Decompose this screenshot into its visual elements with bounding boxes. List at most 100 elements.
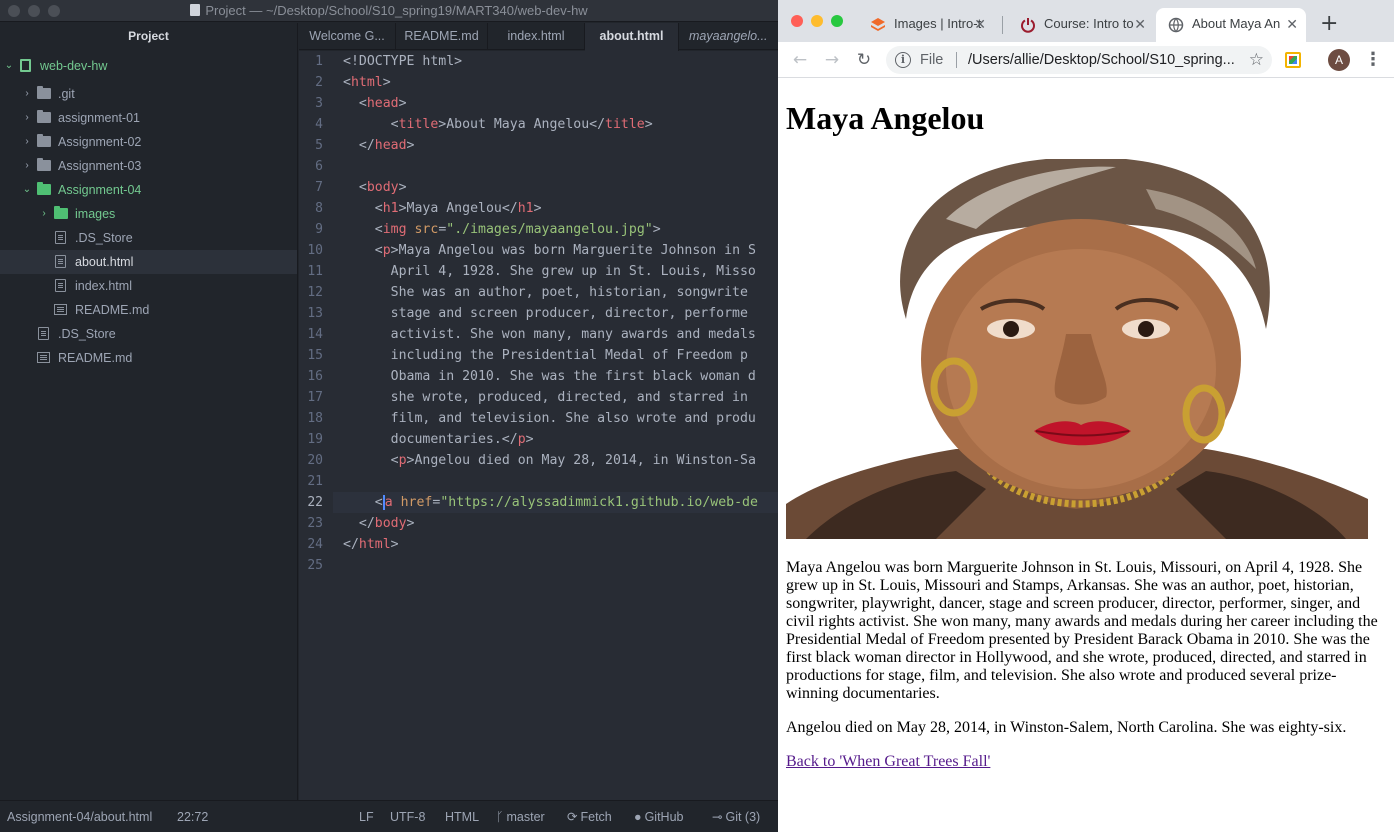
line-number: 12 [307,285,323,300]
tab-about-html[interactable]: about.html [585,23,679,51]
code-line-19: documentaries.</p> [390,432,534,447]
close-icon[interactable]: ✕ [1134,8,1146,40]
folder-icon [37,134,51,147]
git-commit-icon: ⊸ [712,810,723,824]
line-number: 5 [315,138,323,153]
chevron-right-icon[interactable]: › [22,82,32,106]
chevron-down-icon[interactable]: ⌄ [4,54,14,78]
tree-item-assignment-01[interactable]: › assignment-01 [0,106,297,130]
browser-tab-about-maya-angelou[interactable]: About Maya An ✕ [1156,8,1306,42]
new-tab-icon[interactable]: + [1320,10,1338,38]
url-text[interactable]: /Users/allie/Desktop/School/S10_spring..… [968,46,1240,74]
zoom-button[interactable] [831,15,843,27]
code-line-24: </html> [343,537,399,552]
avatar[interactable]: A [1328,49,1350,71]
folder-icon [54,206,68,219]
tree-item-web-dev-hw[interactable]: ⌄ web-dev-hw [0,54,297,78]
line-number-gutter: 1 2 3 4 5 6 7 8 9 10 11 12 13 14 15 16 1… [299,51,333,800]
tab-index-html[interactable]: index.html [488,23,585,50]
tree-item-ds-store-root[interactable]: .DS_Store [0,322,297,346]
code-editor[interactable]: 1 2 3 4 5 6 7 8 9 10 11 12 13 14 15 16 1… [299,51,778,800]
power-icon [1021,18,1035,33]
line-number: 8 [315,201,323,216]
line-number-current: 22 [307,495,323,510]
line-number: 16 [307,369,323,384]
tree-item-readme-md[interactable]: README.md [0,298,297,322]
tab-separator [1002,16,1003,34]
tree-item-assignment-02[interactable]: › Assignment-02 [0,130,297,154]
status-fetch[interactable]: ⟳ Fetch [567,801,612,832]
tab-readme-md[interactable]: README.md [396,23,488,50]
minimize-button[interactable] [811,15,823,27]
status-git[interactable]: ⊸ Git (3) [712,801,760,832]
tab-welcome-guide[interactable]: Welcome G... [299,23,396,50]
close-icon[interactable]: ✕ [1286,8,1298,40]
tree-item-images[interactable]: › images [0,202,297,226]
chevron-down-icon[interactable]: ⌄ [22,178,32,202]
tree-item-assignment-04[interactable]: ⌄ Assignment-04 [0,178,297,202]
extension-icon[interactable] [1285,52,1301,68]
line-number: 25 [307,558,323,573]
line-number: 17 [307,390,323,405]
line-number: 2 [315,75,323,90]
tab-mayaangelou-preview[interactable]: mayaangelo... [679,23,778,50]
git-branch-icon: ᚴ [496,810,504,824]
chevron-right-icon[interactable]: › [22,130,32,154]
line-number: 6 [315,159,323,174]
browser-tab-images[interactable]: Images | Intro-t ✕ [858,8,994,42]
line-number: 11 [307,264,323,279]
markdown-icon [37,352,50,363]
back-arrow-icon[interactable]: ← [786,46,814,74]
close-button[interactable] [791,15,803,27]
status-line-ending[interactable]: LF [359,801,374,832]
line-number: 18 [307,411,323,426]
tree-item-git[interactable]: › .git [0,82,297,106]
folder-icon [37,110,51,123]
bookmark-star-icon[interactable]: ☆ [1249,46,1264,74]
chevron-right-icon[interactable]: › [22,106,32,130]
chevron-right-icon[interactable]: › [22,154,32,178]
folder-icon [37,182,51,195]
code-line-1: <!DOCTYPE html> [343,54,463,69]
status-cursor-position[interactable]: 22:72 [177,801,208,832]
tree-item-ds-store[interactable]: .DS_Store [0,226,297,250]
document-icon [190,4,201,16]
line-number: 10 [307,243,323,258]
chevron-right-icon[interactable]: › [39,202,49,226]
url-scheme: File [920,52,944,68]
line-number: 9 [315,222,323,237]
address-bar[interactable]: i File /Users/allie/Desktop/School/S10_s… [886,46,1272,74]
code-line-8: <h1>Maya Angelou</h1> [343,201,542,216]
tree-item-about-html[interactable]: about.html [0,250,297,274]
status-encoding[interactable]: UTF-8 [390,801,425,832]
browser-tab-strip: Images | Intro-t ✕ Course: Intro to ✕ Ab… [778,0,1394,42]
back-link[interactable]: Back to 'When Great Trees Fall' [786,753,990,771]
menu-dots-icon[interactable]: ⋮ [1364,46,1382,74]
status-file-path[interactable]: Assignment-04/about.html [7,801,152,832]
code-line-18: film, and television. She also wrote and… [390,411,756,426]
tree-view-header: Project [128,29,169,43]
close-icon[interactable]: ✕ [974,8,986,40]
stack-icon [871,18,885,31]
github-icon: ● [634,810,642,824]
line-number: 24 [307,537,323,552]
line-number: 1 [315,54,323,69]
editor-tab-bar: Welcome G... README.md index.html about.… [299,23,778,51]
sync-icon: ⟳ [567,810,578,824]
tree-item-readme-md-root[interactable]: README.md [0,346,297,370]
tree-item-index-html[interactable]: index.html [0,274,297,298]
browser-tab-course[interactable]: Course: Intro to ✕ [1008,8,1154,42]
forward-arrow-icon[interactable]: → [818,46,846,74]
info-icon[interactable]: i [895,52,911,68]
window-controls[interactable] [791,15,843,27]
code-line-20: <p>Angelou died on May 28, 2014, in Wins… [343,453,756,468]
reload-icon[interactable]: ↻ [850,46,878,74]
status-grammar[interactable]: HTML [445,801,479,832]
status-github[interactable]: ● GitHub [634,801,683,832]
status-branch[interactable]: ᚴ master [496,801,545,832]
atom-window: Project — ~/Desktop/School/S10_spring19/… [0,0,778,832]
tree-item-assignment-03[interactable]: › Assignment-03 [0,154,297,178]
code-line-16: Obama in 2010. She was the first black w… [390,369,756,384]
repo-icon [20,59,31,72]
folder-icon [37,158,51,171]
